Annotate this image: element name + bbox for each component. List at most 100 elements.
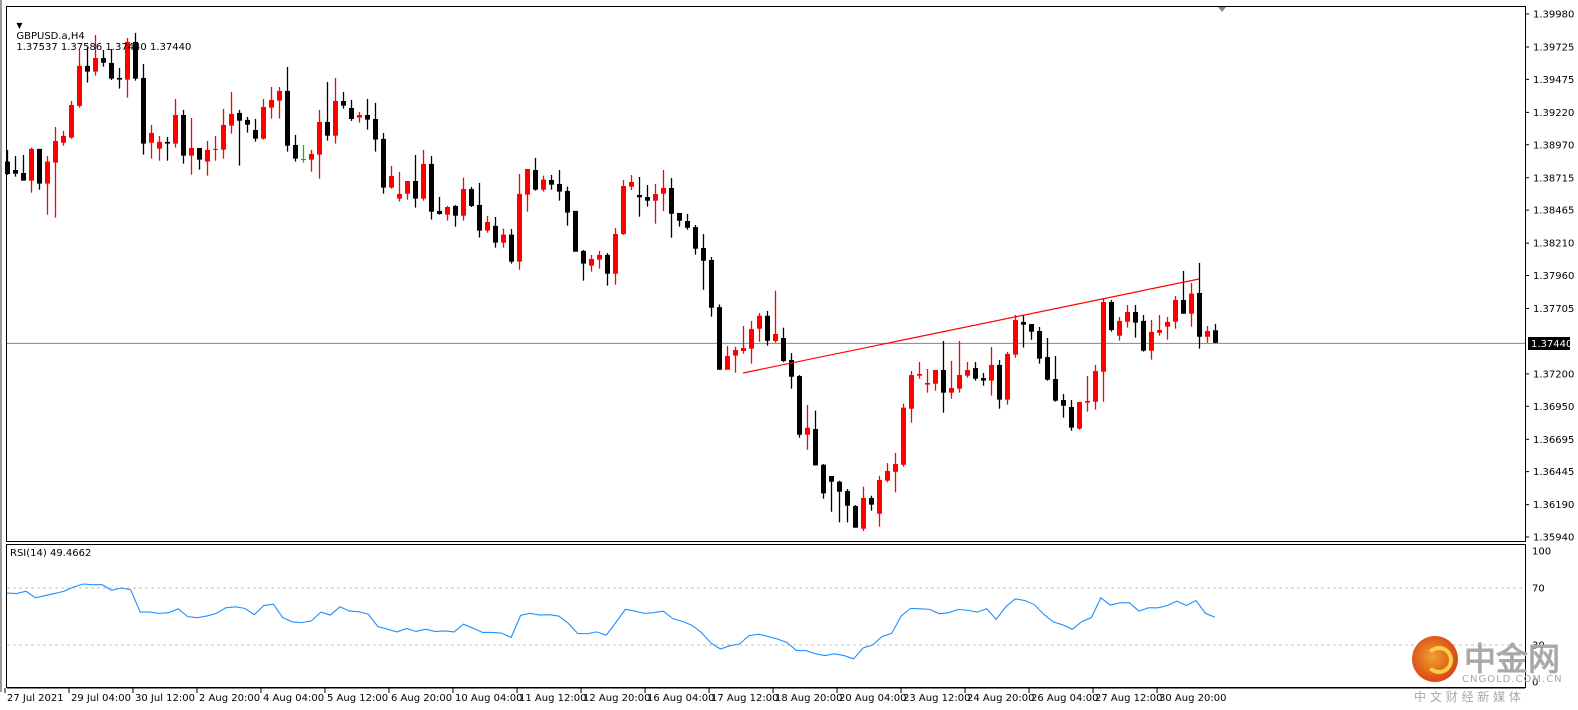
candle-body	[21, 172, 26, 181]
candle-body	[941, 370, 946, 393]
candle-body	[757, 315, 762, 329]
dropdown-triangle-icon[interactable]: ▼	[16, 21, 22, 30]
time-tick-label: 26 Aug 04:00	[1031, 693, 1098, 704]
time-tick-label: 27 Aug 12:00	[1095, 693, 1162, 704]
candle-body	[629, 182, 634, 187]
candle-body	[533, 169, 538, 190]
time-tick-label: 16 Aug 04:00	[647, 693, 714, 704]
candle-body	[349, 107, 354, 119]
time-tick-label: 2 Aug 20:00	[199, 693, 260, 704]
candle-body	[181, 114, 186, 156]
candle-body	[637, 194, 642, 198]
candle-body	[909, 375, 914, 409]
time-tick-label: 5 Aug 12:00	[327, 693, 388, 704]
time-tick-label: 24 Aug 20:00	[967, 693, 1034, 704]
candle-body	[381, 138, 386, 188]
candle-body	[597, 254, 602, 260]
candle-body	[765, 315, 770, 341]
candle-body	[853, 506, 858, 528]
candle-body	[773, 334, 778, 342]
candle	[69, 100, 74, 139]
candle-body	[229, 113, 234, 126]
candle-body	[53, 140, 58, 163]
candle-body	[357, 114, 362, 118]
candle-body	[1125, 312, 1130, 322]
candle-body	[549, 179, 554, 185]
time-tick-label: 4 Aug 04:00	[263, 693, 324, 704]
candle-body	[661, 187, 666, 194]
candle-body	[469, 189, 474, 206]
candle-body	[61, 135, 66, 143]
candle-body	[1213, 330, 1218, 343]
candle-body	[621, 186, 626, 235]
candle-body	[541, 179, 546, 190]
candle-body	[749, 329, 754, 349]
candle-body	[485, 222, 490, 231]
price-tick-label: 1.36695	[1533, 435, 1574, 446]
candle-body	[669, 187, 674, 214]
candle-body	[269, 99, 274, 108]
candle-body	[813, 429, 818, 466]
candle	[901, 403, 906, 467]
candle-body	[333, 100, 338, 136]
candle-body	[1045, 357, 1050, 380]
time-tick-label: 12 Aug 20:00	[583, 693, 650, 704]
candle	[1013, 314, 1018, 358]
candle-body	[69, 105, 74, 138]
candle-body	[885, 470, 890, 481]
candle-body	[301, 158, 306, 160]
candle-body	[701, 248, 706, 261]
candle	[1005, 352, 1010, 405]
candle-body	[253, 129, 258, 139]
candle-body	[1053, 379, 1058, 401]
candle-body	[829, 476, 834, 482]
price-tick-label: 1.35940	[1533, 533, 1574, 544]
candle-body	[925, 382, 930, 385]
candle-body	[1077, 401, 1082, 429]
candle-body	[157, 141, 162, 149]
candle-body	[605, 254, 610, 274]
candle-body	[989, 364, 994, 381]
candle-body	[141, 77, 146, 144]
candle-body	[517, 193, 522, 262]
candle-body	[1181, 299, 1186, 314]
candle-body	[29, 148, 34, 181]
candle-body	[581, 250, 586, 264]
candle-body	[957, 375, 962, 389]
candle-body	[1021, 321, 1026, 325]
candle-body	[341, 100, 346, 106]
candle-body	[1085, 400, 1090, 403]
candle-body	[149, 132, 154, 143]
candle-body	[981, 378, 986, 381]
candle	[573, 210, 578, 252]
candle-body	[589, 258, 594, 266]
candle-body	[237, 112, 242, 121]
candle-body	[389, 175, 394, 188]
candle-body	[189, 147, 194, 156]
candle-body	[1205, 331, 1210, 337]
rsi-axis-label: 70	[1532, 584, 1545, 595]
watermark-domain: CNGOLD.COM.CN	[1462, 674, 1563, 685]
candle-body	[821, 464, 826, 494]
candle-body	[429, 163, 434, 212]
candle-body	[805, 427, 810, 435]
time-tick-label: 17 Aug 12:00	[711, 693, 778, 704]
candle-body	[37, 148, 42, 184]
time-tick-label: 10 Aug 04:00	[455, 693, 522, 704]
candle-body	[573, 210, 578, 252]
candle-body	[1173, 299, 1178, 322]
time-tick-label: 23 Aug 12:00	[903, 693, 970, 704]
ohlc-values: 1.37537 1.37586 1.37440 1.37440	[16, 42, 192, 53]
candle-body	[165, 141, 170, 144]
candle	[853, 505, 858, 528]
price-tick-label: 1.39475	[1533, 75, 1574, 86]
price-tick-label: 1.36190	[1533, 500, 1574, 511]
current-price-label: 1.37440	[1531, 339, 1572, 350]
time-tick-label: 6 Aug 20:00	[391, 693, 452, 704]
candle-body	[453, 205, 458, 216]
candle-body	[1109, 302, 1114, 331]
chart-canvas[interactable]: 1.39980 1.39725 1.39475 1.39220 1.38970 1.387…	[0, 0, 1578, 710]
candle-body	[309, 153, 314, 160]
symbol-header: ▼ GBPUSD.a,H4 1.37537 1.37586 1.37440 1.…	[10, 9, 191, 53]
time-tick-label: 30 Jul 12:00	[135, 693, 195, 704]
